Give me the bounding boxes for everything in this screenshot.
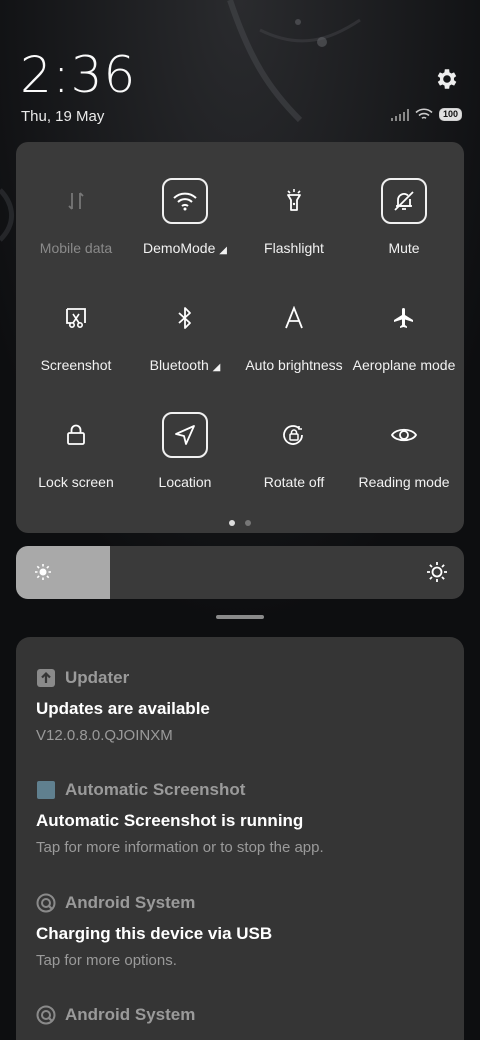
tile-label: Reading mode	[358, 474, 450, 490]
tile-label: Rotate off	[263, 474, 325, 490]
tile-aeroplane-mode[interactable]: Aeroplane mode	[349, 259, 459, 373]
tile-bluetooth[interactable]: Bluetooth ◢	[130, 259, 240, 373]
android-system-icon	[36, 1005, 56, 1025]
notification-body: V12.0.8.0.QJOINXM	[36, 727, 173, 744]
clock[interactable]: 2:36	[20, 46, 136, 104]
screenshot-icon	[53, 295, 99, 341]
notification-app-name: Android System	[65, 1005, 196, 1024]
mobile-data-icon	[53, 178, 99, 224]
wifi-status-icon	[415, 108, 433, 119]
eye-icon	[381, 412, 427, 458]
brightness-level-fill	[16, 546, 111, 599]
screenshot-app-icon	[36, 780, 56, 800]
android-system-icon	[36, 893, 56, 913]
location-icon	[162, 412, 208, 458]
tile-label: Location	[158, 474, 212, 490]
tile-label: Screenshot	[40, 357, 112, 373]
notification-android-system[interactable]: Android System	[36, 1004, 444, 1026]
update-arrow-icon	[36, 668, 56, 688]
notification-app-name: Android System	[65, 893, 196, 912]
settings-gear-icon[interactable]	[434, 66, 460, 92]
expand-triangle-icon: ◢	[219, 245, 227, 256]
tile-mobile-data[interactable]: Mobile data	[21, 142, 131, 256]
date[interactable]: Thu, 19 May	[21, 108, 104, 125]
bell-off-icon	[381, 178, 427, 224]
flashlight-icon	[271, 178, 317, 224]
expand-triangle-icon: ◢	[212, 362, 221, 373]
tile-label: Flashlight	[264, 240, 324, 256]
notification-android-system[interactable]: Android System Charging this device via …	[36, 892, 444, 969]
tile-rotate-off[interactable]: Rotate off	[239, 376, 349, 490]
tile-label: Auto brightness	[245, 357, 343, 373]
tile-screenshot[interactable]: Screenshot	[21, 259, 131, 373]
battery-indicator: 100	[438, 108, 462, 121]
page-dot[interactable]	[245, 520, 251, 526]
brightness-low-icon	[35, 564, 51, 580]
rotate-lock-icon	[271, 412, 317, 458]
tile-lock-screen[interactable]: Lock screen	[21, 376, 131, 490]
wifi-icon	[162, 178, 208, 224]
notification-title: Charging this device via USB	[36, 924, 273, 943]
drag-handle[interactable]	[216, 615, 264, 619]
signal-icon	[390, 108, 409, 121]
tile-label: Mute	[388, 240, 420, 256]
tile-label: Bluetooth ◢	[149, 357, 221, 373]
airplane-icon	[381, 295, 427, 341]
tile-label: Aeroplane mode	[352, 357, 456, 373]
brightness-high-icon	[427, 562, 447, 582]
notification-title: Updates are available	[36, 699, 210, 718]
page-dot[interactable]	[229, 520, 235, 526]
page-indicator	[16, 520, 464, 526]
tile-label: Mobile data	[39, 240, 113, 256]
tile-wifi[interactable]: DemoMode ◢	[130, 142, 240, 256]
lock-icon	[53, 412, 99, 458]
notification-body: Tap for more options.	[36, 952, 177, 969]
notification-panel: Updater Updates are available V12.0.8.0.…	[16, 637, 464, 1040]
status-icons: 100	[390, 108, 462, 121]
tile-reading-mode[interactable]: Reading mode	[349, 376, 459, 490]
brightness-slider[interactable]	[16, 546, 464, 599]
notification-automatic-screenshot[interactable]: Automatic Screenshot Automatic Screensho…	[36, 779, 444, 856]
notification-app-name: Automatic Screenshot	[65, 780, 246, 799]
tile-mute[interactable]: Mute	[349, 142, 459, 256]
notification-app-name: Updater	[65, 668, 130, 687]
auto-brightness-icon	[271, 295, 317, 341]
tile-label: Lock screen	[38, 474, 114, 490]
tile-label: DemoMode ◢	[143, 240, 227, 256]
quick-settings-panel: Mobile data DemoMode ◢ Flashlight Mute S…	[16, 142, 464, 533]
tile-location[interactable]: Location	[130, 376, 240, 490]
bluetooth-icon	[162, 295, 208, 341]
tile-auto-brightness[interactable]: Auto brightness	[239, 259, 349, 373]
notification-title: Automatic Screenshot is running	[36, 811, 304, 830]
tile-flashlight[interactable]: Flashlight	[239, 142, 349, 256]
notification-updater[interactable]: Updater Updates are available V12.0.8.0.…	[36, 667, 444, 744]
notification-body: Tap for more information or to stop the …	[36, 839, 324, 856]
